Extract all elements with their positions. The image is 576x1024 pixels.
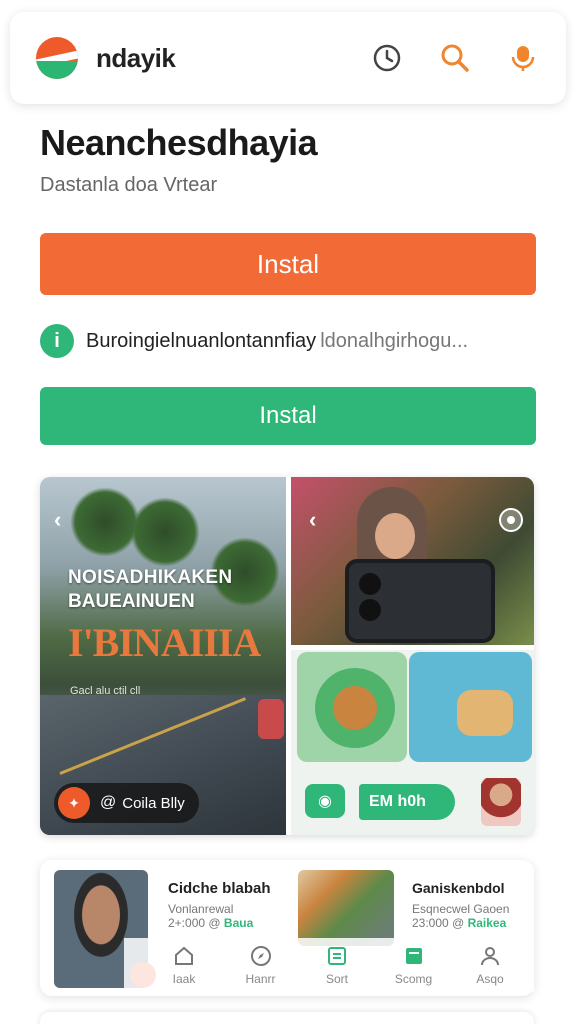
bookmark-icon xyxy=(402,944,426,968)
info-notice: i Buroingielnuanlontannfiay ldonalhgirho… xyxy=(40,324,540,358)
compass-icon xyxy=(249,944,273,968)
tab-label: Sort xyxy=(325,972,348,986)
feed-item-stats: 2+:000 @ Baua xyxy=(168,916,253,930)
feed-item-title[interactable]: Ganiskenbdol xyxy=(412,880,505,896)
promo-pill-button[interactable]: ✦ @ Coila Blly xyxy=(54,783,199,823)
at-icon: @ xyxy=(452,916,468,930)
promo-heading-line2: BAUEAINUEN xyxy=(68,591,195,612)
install-button-primary[interactable]: Instal xyxy=(40,233,536,295)
tab-label: Scomg xyxy=(394,972,433,986)
tab-sort[interactable]: Sort xyxy=(307,938,367,992)
home-icon xyxy=(172,944,196,968)
install-button-secondary[interactable]: Instal xyxy=(40,387,536,445)
feed-item-meta: Vonlanrewal xyxy=(168,902,234,916)
app-logo xyxy=(36,37,78,79)
app-name: ndayik xyxy=(96,42,176,73)
page-title: Neanchesdhayia xyxy=(40,122,318,163)
avatar[interactable] xyxy=(481,778,521,826)
feed-item-meta: Esqnecwel Gaoen xyxy=(412,902,510,916)
smartphone-image xyxy=(345,559,495,643)
at-icon: @ xyxy=(208,916,224,930)
list-icon xyxy=(325,944,349,968)
search-icon[interactable] xyxy=(438,41,472,75)
promo-heading-line1: NOISADHIKAKEN xyxy=(68,567,233,588)
microphone-icon[interactable] xyxy=(506,41,540,75)
screenshot-gallery: ‹ NOISADHIKAKEN BAUEAINUEN I'BINAIIIA Ga… xyxy=(40,477,534,835)
palm-tree-image xyxy=(130,497,200,567)
info-icon: i xyxy=(40,324,74,358)
person-face-image xyxy=(375,513,415,559)
next-card-peek xyxy=(40,1012,534,1024)
tab-profile[interactable]: Asqo xyxy=(460,938,520,992)
tab-label: Asqo xyxy=(476,972,504,986)
video-call-tile[interactable]: ‹ xyxy=(291,477,534,645)
food-plate-image xyxy=(297,652,407,762)
bottom-tab-bar: Iaak Hanrr Sort Scomg Asqo xyxy=(124,938,534,992)
gallery-prev-arrow-icon[interactable]: ‹ xyxy=(309,507,316,533)
notice-text: Buroingielnuanlontannfiay xyxy=(86,329,317,352)
feed-item-count: 2+:000 xyxy=(168,916,206,930)
food-tile[interactable]: ◉ EM h0h xyxy=(291,650,534,835)
pill-label: Coila Blly xyxy=(122,794,185,812)
feed-item-tag: Raikea xyxy=(467,916,507,930)
camera-switch-icon[interactable] xyxy=(498,507,524,533)
video-thumbnail[interactable] xyxy=(298,870,394,946)
chat-button[interactable]: ◉ xyxy=(305,784,345,818)
header-actions xyxy=(370,41,540,75)
palm-tree-image xyxy=(70,487,140,557)
notice-text-muted: ldonalhgirhogu... xyxy=(320,329,469,352)
app-header: ndayik xyxy=(10,12,566,104)
profile-icon xyxy=(478,944,502,968)
feed-item-stats: 23:000 @ Raikea xyxy=(412,916,506,930)
bread-image xyxy=(409,652,532,762)
history-icon[interactable] xyxy=(370,41,404,75)
car-image xyxy=(258,699,284,739)
tab-label: Iaak xyxy=(172,972,196,986)
feed-item-title[interactable]: Cidche blabah xyxy=(168,880,271,897)
promo-banner[interactable]: EM h0h xyxy=(359,784,455,820)
tab-saved[interactable]: Scomg xyxy=(384,938,444,992)
gallery-prev-arrow-icon[interactable]: ‹ xyxy=(54,507,61,533)
tab-explore[interactable]: Hanrr xyxy=(231,938,291,992)
promo-tile[interactable]: ‹ NOISADHIKAKEN BAUEAINUEN I'BINAIIIA Ga… xyxy=(40,477,286,835)
flame-icon: ✦ xyxy=(58,787,90,819)
tab-home[interactable]: Iaak xyxy=(154,938,214,992)
promo-caption: Gacl alu ctil cll xyxy=(70,685,141,697)
feed-item-count: 23:000 xyxy=(412,916,449,930)
page-subtitle: Dastanla doa Vrtear xyxy=(40,174,218,196)
feed-item-tag: Baua xyxy=(223,916,254,930)
tab-label: Hanrr xyxy=(245,972,276,986)
at-icon: @ xyxy=(100,794,117,811)
promo-big-text: I'BINAIIIA xyxy=(68,620,261,665)
